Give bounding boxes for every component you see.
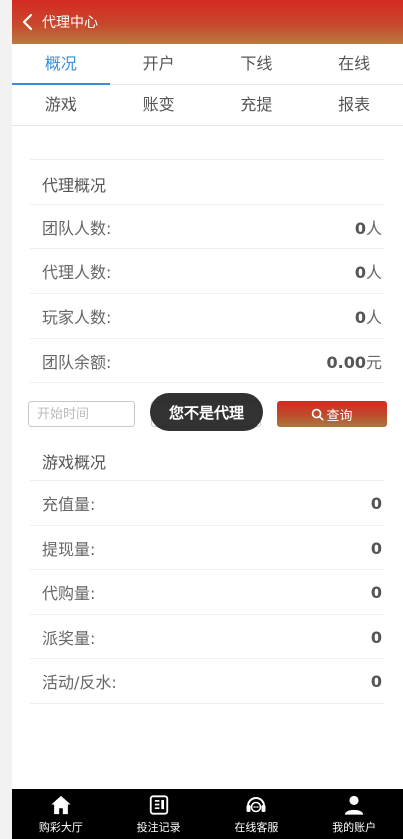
deposit-amount-value: 0 (370, 493, 382, 513)
team-size-value: 0人 (354, 219, 382, 238)
withdraw-amount-label: 提现量: (42, 540, 96, 559)
nav-lottery-hall[interactable]: 购彩大厅 (12, 789, 110, 839)
tab-online[interactable]: 在线 (305, 44, 403, 84)
nav-label: 投注记录 (136, 821, 181, 834)
player-count-value: 0人 (354, 308, 382, 327)
nav-label: 购彩大厅 (38, 821, 83, 834)
divider (30, 159, 384, 160)
team-size-label: 团队人数: (42, 219, 112, 238)
divider (30, 703, 384, 704)
withdraw-amount-value: 0 (370, 538, 382, 558)
query-button[interactable]: 查询 (277, 401, 387, 427)
nav-my-account[interactable]: 我的账户 (305, 789, 403, 839)
rebate-amount-row: 活动/反水: 0 (30, 658, 384, 703)
team-size-row: 团队人数: 0人 (30, 204, 384, 249)
toast-message: 您不是代理 (150, 393, 263, 431)
headset-icon (244, 793, 268, 817)
payout-amount-label: 派奖量: (42, 629, 96, 648)
player-count-label: 玩家人数: (42, 308, 112, 327)
tab-account-changes[interactable]: 账变 (110, 85, 208, 125)
back-arrow-icon[interactable] (12, 0, 42, 44)
withdraw-amount-row: 提现量: 0 (30, 525, 384, 570)
divider (30, 382, 384, 383)
nav-label: 在线客服 (234, 821, 279, 834)
agent-count-label: 代理人数: (42, 263, 112, 282)
agent-count-row: 代理人数: 0人 (30, 248, 384, 293)
purchase-amount-label: 代购量: (42, 584, 96, 603)
team-balance-value: 0.00元 (326, 353, 383, 372)
rebate-amount-label: 活动/反水: (42, 673, 117, 692)
payout-amount-row: 派奖量: 0 (30, 614, 384, 659)
header-bar: 代理中心 (12, 0, 403, 44)
record-icon (147, 793, 171, 817)
nav-label: 我的账户 (332, 821, 377, 834)
tab-deposit-withdraw[interactable]: 充提 (208, 85, 306, 125)
app-container: 代理中心 概况 开户 下线 在线 游戏 账变 充提 报表 代理概况 团队人数: … (12, 0, 403, 839)
team-balance-row: 团队余额: 0.00元 (30, 338, 384, 383)
player-count-row: 玩家人数: 0人 (30, 293, 384, 338)
nav-bet-records[interactable]: 投注记录 (110, 789, 208, 839)
nav-online-service[interactable]: 在线客服 (208, 789, 306, 839)
page-title: 代理中心 (42, 15, 98, 31)
tabs-row-secondary: 游戏 账变 充提 报表 (12, 85, 403, 126)
bottom-nav: 购彩大厅 投注记录 在线客服 我的账户 (12, 789, 403, 839)
deposit-amount-row: 充值量: 0 (30, 480, 384, 525)
deposit-amount-label: 充值量: (42, 495, 96, 514)
tab-open-account[interactable]: 开户 (110, 44, 208, 84)
start-date-input[interactable] (28, 401, 135, 427)
rebate-amount-value: 0 (370, 671, 382, 691)
purchase-amount-row: 代购量: 0 (30, 569, 384, 614)
tab-reports[interactable]: 报表 (305, 85, 403, 125)
agent-overview-title: 代理概况 (42, 176, 107, 195)
game-overview-title: 游戏概况 (42, 453, 107, 472)
tab-overview[interactable]: 概况 (12, 44, 110, 85)
payout-amount-value: 0 (370, 627, 382, 647)
search-icon (312, 408, 325, 421)
user-icon (342, 793, 366, 817)
query-button-label: 查询 (326, 408, 353, 424)
team-balance-label: 团队余额: (42, 353, 112, 372)
home-icon (49, 793, 73, 817)
agent-count-value: 0人 (354, 263, 382, 282)
tabs-row-primary: 概况 开户 下线 在线 (12, 44, 403, 85)
tab-games[interactable]: 游戏 (12, 85, 110, 125)
purchase-amount-value: 0 (370, 582, 382, 602)
tab-downline[interactable]: 下线 (208, 44, 306, 84)
